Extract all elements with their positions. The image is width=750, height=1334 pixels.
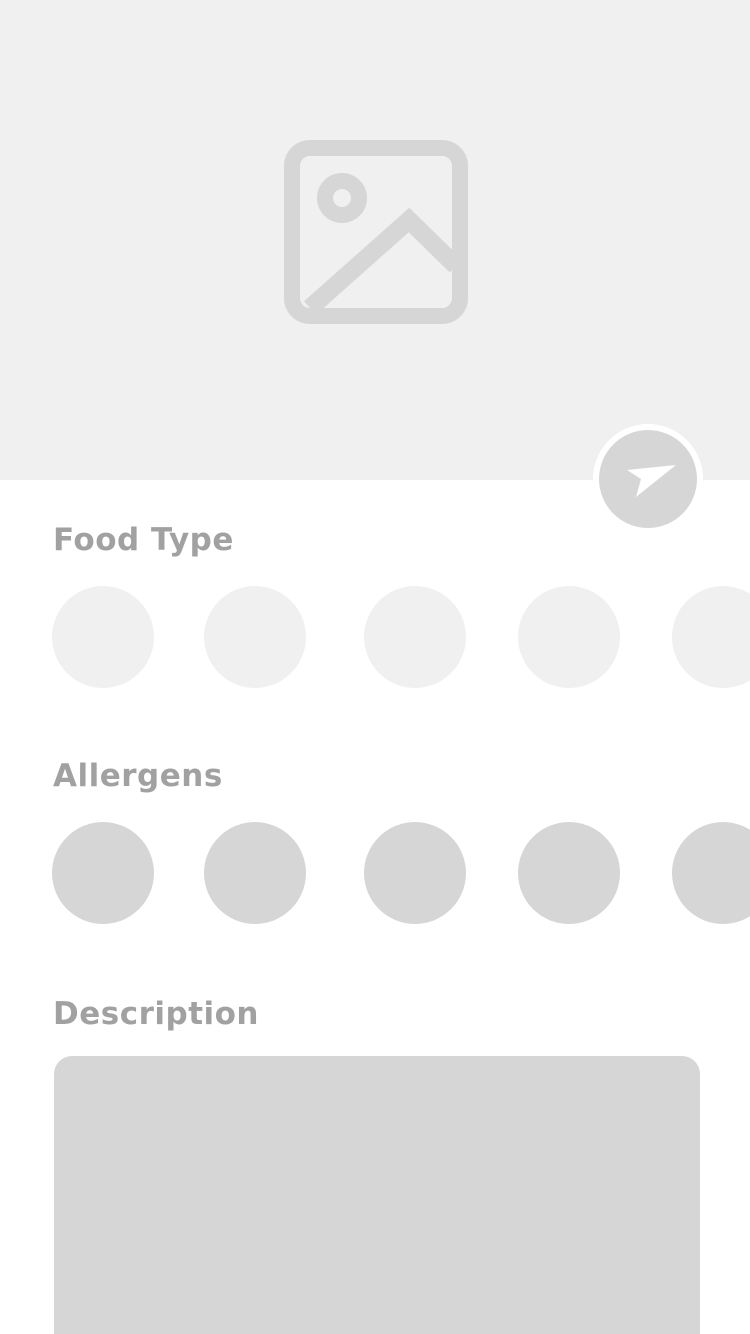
food-type-option[interactable]: [204, 586, 306, 688]
allergens-heading: Allergens: [53, 758, 223, 794]
allergen-option[interactable]: [518, 822, 620, 924]
allergen-option[interactable]: [204, 822, 306, 924]
allergen-option[interactable]: [52, 822, 154, 924]
food-type-options: [0, 585, 750, 689]
food-type-option[interactable]: [518, 586, 620, 688]
food-type-option[interactable]: [672, 586, 750, 688]
allergen-option[interactable]: [672, 822, 750, 924]
send-button[interactable]: [593, 424, 703, 534]
send-button-circle: [599, 430, 697, 528]
paper-plane-send-icon: [627, 465, 676, 497]
food-type-option[interactable]: [364, 586, 466, 688]
food-type-heading: Food Type: [53, 522, 234, 558]
food-type-option[interactable]: [52, 586, 154, 688]
allergen-option[interactable]: [364, 822, 466, 924]
description-heading: Description: [53, 996, 260, 1032]
hero-image-area[interactable]: [0, 0, 750, 480]
allergen-options: [0, 821, 750, 925]
image-placeholder-icon: [284, 140, 468, 324]
description-field[interactable]: [54, 1056, 700, 1334]
